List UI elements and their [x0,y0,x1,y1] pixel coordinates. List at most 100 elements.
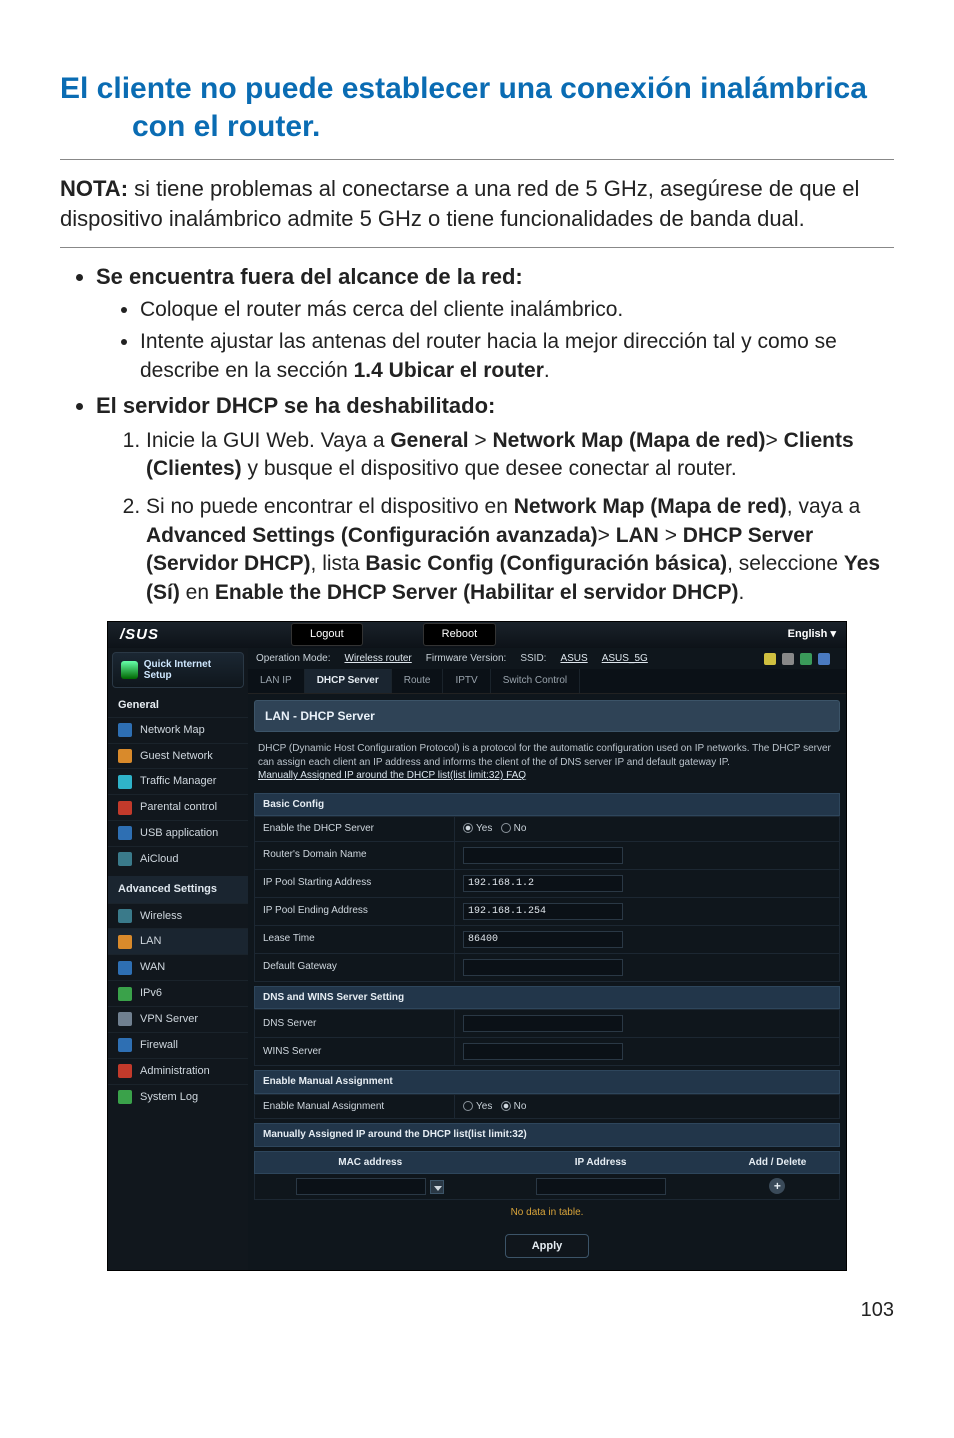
row-enable-dhcp: Enable the DHCP Server Yes No [255,817,840,842]
t: y busque el dispositivo que desee conect… [242,457,737,480]
sidebar-item-label: Firewall [140,1038,178,1053]
sidebar-item-usb[interactable]: USB application [108,820,248,846]
radio-no[interactable] [501,823,511,833]
gateway-input[interactable] [463,959,623,976]
sidebar-item-wan[interactable]: WAN [108,954,248,980]
ipv6-icon [118,987,132,1001]
sidebar-item-guest[interactable]: Guest Network [108,743,248,769]
radio-yes[interactable] [463,823,473,833]
radio-no-label: No [514,823,527,834]
mac-input[interactable] [296,1178,426,1195]
sidebar-item-network-map[interactable]: Network Map [108,717,248,743]
dns-input[interactable] [463,1015,623,1032]
col-ip: IP Address [485,1152,715,1174]
add-button[interactable]: + [769,1178,785,1194]
quick-internet-setup[interactable]: Quick Internet Setup [112,652,244,688]
row-gateway: Default Gateway [255,953,840,981]
sidebar-item-firewall[interactable]: Firewall [108,1032,248,1058]
ip-start-input[interactable] [463,875,623,892]
heading-line2: con el router. [60,108,894,146]
sidebar-item-label: USB application [140,826,218,841]
panel-title: LAN - DHCP Server [254,700,840,732]
sidebar-item-wireless[interactable]: Wireless [108,903,248,929]
faq-link[interactable]: Manually Assigned IP around the DHCP lis… [258,770,526,781]
lan-icon [118,935,132,949]
ip-list-input-row: + [254,1174,840,1200]
label-lease: Lease Time [255,925,455,953]
t: en [180,581,215,604]
lock-icon [764,653,776,665]
tab-iptv[interactable]: IPTV [443,669,490,693]
sidebar-item-label: VPN Server [140,1012,198,1027]
opmode-link[interactable]: Wireless router [345,652,412,666]
row-lease: Lease Time [255,925,840,953]
sidebar-item-label: Wireless [140,909,182,924]
row-domain: Router's Domain Name [255,841,840,869]
numbered-steps: Inicie la GUI Web. Vaya a General > Netw… [96,427,894,607]
sidebar-item-label: Guest Network [140,749,213,764]
row-wins: WINS Server [255,1038,840,1066]
desc-text: DHCP (Dynamic Host Configuration Protoco… [258,743,831,768]
row-end: IP Pool Ending Address [255,897,840,925]
logout-button[interactable]: Logout [291,623,363,646]
t: , lista [311,552,366,575]
sidebar-item-ipv6[interactable]: IPv6 [108,980,248,1006]
radio-yes-label: Yes [476,823,492,834]
sidebar-item-parental[interactable]: Parental control [108,794,248,820]
sidebar-item-syslog[interactable]: System Log [108,1084,248,1110]
sidebar-item-vpn[interactable]: VPN Server [108,1006,248,1032]
value-manual: Yes No [455,1094,840,1119]
tab-route[interactable]: Route [392,669,444,693]
advanced-heading: Advanced Settings [108,876,248,903]
sidebar-item-label: LAN [140,934,161,949]
cloud-icon [118,852,132,866]
col-mac: MAC address [255,1152,485,1174]
domain-input[interactable] [463,847,623,864]
wins-input[interactable] [463,1043,623,1060]
language-select[interactable]: English ▾ [788,627,836,642]
radio-yes-label: Yes [476,1101,492,1112]
no-data-message: No data in table. [248,1200,846,1226]
tab-lan-ip[interactable]: LAN IP [248,669,305,693]
usb-icon [118,826,132,840]
wifi-icon [118,909,132,923]
divider [60,159,894,160]
t-bold: Advanced Settings (Configuración avanzad… [146,524,598,547]
label-start: IP Pool Starting Address [255,869,455,897]
apply-button[interactable]: Apply [505,1234,590,1258]
topbar: /SUS Logout Reboot English ▾ [108,622,846,648]
label-dns: DNS Server [255,1010,455,1038]
t-bold: Network Map (Mapa de red) [514,495,787,518]
sidebar-item-aicloud[interactable]: AiCloud [108,846,248,872]
sidebar-item-admin[interactable]: Administration [108,1058,248,1084]
mac-dropdown-icon[interactable] [430,1180,444,1194]
t-bold: LAN [616,524,659,547]
lan-tabs: LAN IP DHCP Server Route IPTV Switch Con… [248,669,846,694]
sidebar-item-label: Traffic Manager [140,774,216,789]
fw-label: Firmware Version: [426,652,507,666]
status-icons [764,653,830,665]
ip-input[interactable] [536,1178,666,1195]
t: Inicie la GUI Web. Vaya a [146,429,390,452]
sidebar-item-lan[interactable]: LAN [108,928,248,954]
t: > [766,429,784,452]
shield-icon [118,1038,132,1052]
device-icon [818,653,830,665]
value-enable-dhcp: Yes No [455,817,840,842]
tab-dhcp-server[interactable]: DHCP Server [305,669,392,693]
radio-manual-yes[interactable] [463,1101,473,1111]
sidebar-item-traffic[interactable]: Traffic Manager [108,768,248,794]
step-2: Si no puede encontrar el dispositivo en … [146,493,894,606]
reboot-button[interactable]: Reboot [423,623,496,646]
radio-manual-no[interactable] [501,1101,511,1111]
dns-wins-table: DNS Server WINS Server [254,1009,840,1066]
basic-config-table: Enable the DHCP Server Yes No Router's D… [254,816,840,982]
section-ip-list: Manually Assigned IP around the DHCP lis… [254,1123,840,1147]
ssid-2[interactable]: ASUS_5G [602,652,648,666]
tab-switch-control[interactable]: Switch Control [491,669,580,693]
ssid-1[interactable]: ASUS [560,652,587,666]
lease-input[interactable] [463,931,623,948]
ip-end-input[interactable] [463,903,623,920]
sidebar: Quick Internet Setup General Network Map… [108,648,248,1270]
row-dns: DNS Server [255,1010,840,1038]
